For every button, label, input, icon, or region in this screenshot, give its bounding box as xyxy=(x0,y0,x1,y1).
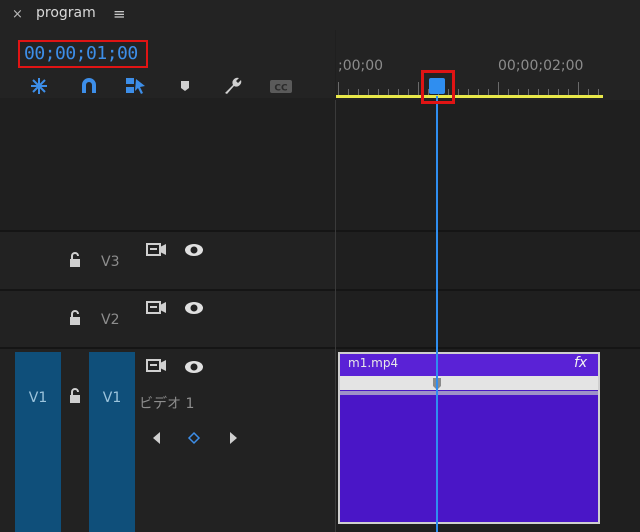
track-name-v2: V2 xyxy=(101,312,120,328)
ruler-tick xyxy=(338,82,339,95)
marker-icon[interactable] xyxy=(176,76,200,96)
ruler-tick xyxy=(578,82,579,95)
track-target-label: V1 xyxy=(102,390,122,406)
clip-header: m1.mp4 fx xyxy=(340,354,598,376)
source-patch-label: V1 xyxy=(28,390,48,406)
panel-divider xyxy=(335,100,336,532)
toggle-sync-lock-icon[interactable] xyxy=(145,355,169,377)
toggle-sync-lock-icon[interactable] xyxy=(145,297,169,319)
svg-text:CC: CC xyxy=(274,84,288,94)
add-keyframe-icon[interactable] xyxy=(186,430,202,446)
eye-icon[interactable] xyxy=(182,356,206,378)
magnet-icon[interactable] xyxy=(77,76,101,96)
work-area-bar[interactable] xyxy=(336,95,603,98)
wrench-icon[interactable] xyxy=(221,76,245,96)
fx-badge[interactable]: fx xyxy=(574,355,587,371)
close-tab-button[interactable]: × xyxy=(12,7,23,22)
lock-icon[interactable] xyxy=(68,388,82,408)
captions-icon[interactable]: CC xyxy=(269,76,293,96)
ruler-ticks xyxy=(336,82,640,96)
next-keyframe-icon[interactable] xyxy=(226,430,240,446)
eye-icon[interactable] xyxy=(182,239,206,261)
ruler-label-start: ;00;00 xyxy=(338,58,384,74)
prev-keyframe-icon[interactable] xyxy=(150,430,164,446)
playhead-line[interactable] xyxy=(436,96,438,532)
clip-opacity-band[interactable] xyxy=(340,376,598,390)
panel-title[interactable]: program xyxy=(36,5,96,21)
track-name-v3: V3 xyxy=(101,254,120,270)
timecode-display[interactable]: 00;00;01;00 xyxy=(18,40,148,68)
clip-band-lower xyxy=(340,391,598,395)
source-patch-v1[interactable]: V1 xyxy=(15,352,61,532)
toggle-sync-lock-icon[interactable] xyxy=(145,239,169,261)
linked-selection-icon[interactable] xyxy=(124,76,148,96)
playhead-highlight xyxy=(421,70,455,104)
track-target-v1[interactable]: V1 xyxy=(89,352,135,532)
track-sub-label: ビデオ 1 xyxy=(139,396,195,412)
clip-name: m1.mp4 xyxy=(348,356,399,370)
ruler-tick xyxy=(498,82,499,95)
ruler-label-2s: 00;00;02;00 xyxy=(498,58,584,74)
panel-menu-button[interactable]: ≡ xyxy=(113,5,126,23)
empty-track-space xyxy=(0,100,640,230)
lock-icon[interactable] xyxy=(68,310,82,330)
ruler-tick xyxy=(418,82,419,95)
lock-icon[interactable] xyxy=(68,252,82,272)
snap-icon[interactable] xyxy=(27,76,51,96)
panel-tab-bar: × program ≡ xyxy=(0,0,640,30)
eye-icon[interactable] xyxy=(182,297,206,319)
video-clip[interactable]: m1.mp4 fx xyxy=(338,352,600,524)
